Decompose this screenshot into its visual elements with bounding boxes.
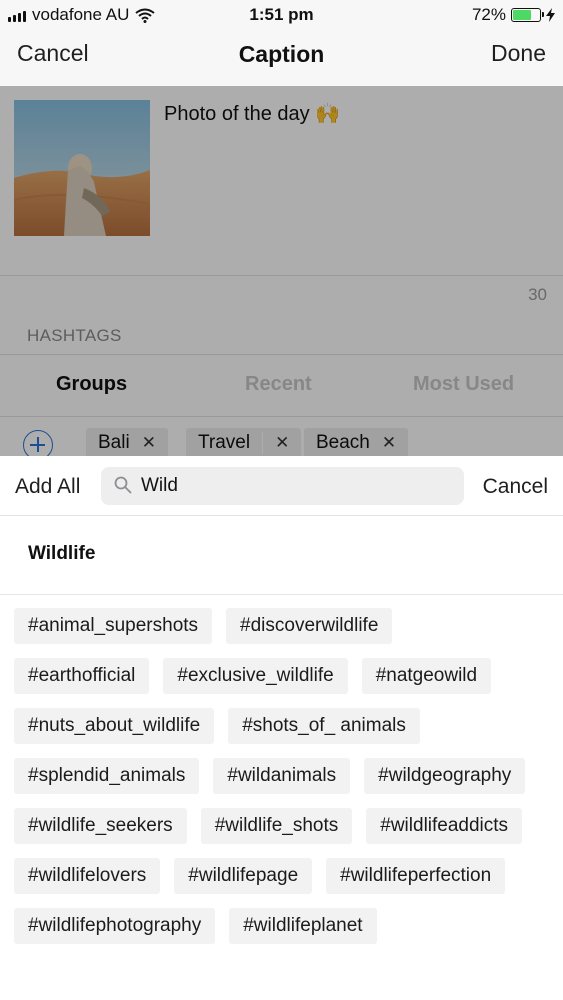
hashtag-chip[interactable]: #wildlifeperfection [326, 858, 506, 894]
hashtag-chip[interactable]: #natgeowild [361, 658, 492, 694]
divider [0, 594, 563, 595]
search-input[interactable] [141, 467, 451, 505]
hashtag-chip[interactable]: #discoverwildlife [226, 608, 393, 644]
tag-row: #wildlife_seekers #wildlife_shots #wildl… [14, 808, 554, 844]
status-right: 72% [472, 5, 555, 25]
hashtag-chip[interactable]: #splendid_animals [14, 758, 200, 794]
tag-row: #splendid_animals #wildanimals #wildgeog… [14, 758, 554, 794]
tag-row: #wildlifelovers #wildlifepage #wildlifep… [14, 858, 554, 894]
hashtag-chip[interactable]: #shots_of_ animals [228, 708, 420, 744]
hashtag-chip[interactable]: #exclusive_wildlife [163, 658, 348, 694]
hashtag-chip[interactable]: #wildlifeplanet [229, 908, 377, 944]
charging-bolt-icon [546, 8, 555, 22]
search-icon [114, 476, 132, 494]
nav-bar: Cancel Caption Done [0, 30, 563, 86]
hashtag-chip[interactable]: #nuts_about_wildlife [14, 708, 215, 744]
status-bar: vodafone AU 1:51 pm 72% [0, 0, 563, 30]
done-button[interactable]: Done [491, 40, 546, 67]
hashtag-list: #animal_supershots #discoverwildlife #ea… [14, 608, 554, 958]
hashtag-chip[interactable]: #earthofficial [14, 658, 150, 694]
hashtag-chip[interactable]: #wildlifelovers [14, 858, 161, 894]
add-all-button[interactable]: Add All [15, 475, 80, 499]
group-title[interactable]: Wildlife [28, 543, 95, 565]
tag-row: #earthofficial #exclusive_wildlife #natg… [14, 658, 554, 694]
battery-icon [511, 8, 544, 22]
hashtag-chip[interactable]: #animal_supershots [14, 608, 213, 644]
battery-percent: 72% [471, 5, 506, 24]
hashtag-search-bar: Add All Cancel [0, 456, 563, 516]
search-cancel-button[interactable]: Cancel [483, 475, 548, 499]
page-title: Caption [238, 41, 325, 67]
hashtag-chip[interactable]: #wildanimals [213, 758, 351, 794]
battery-fill [513, 10, 532, 20]
tag-row: #nuts_about_wildlife #shots_of_ animals [14, 708, 554, 744]
hashtag-chip[interactable]: #wildgeography [364, 758, 526, 794]
dim-overlay[interactable] [0, 86, 563, 456]
hashtag-chip[interactable]: #wildlife_shots [200, 808, 353, 844]
tag-row: #wildlifephotography #wildlifeplanet [14, 908, 554, 944]
tag-row: #animal_supershots #discoverwildlife [14, 608, 554, 644]
search-field[interactable] [101, 467, 464, 505]
hashtag-chip[interactable]: #wildlifepage [174, 858, 313, 894]
hashtag-chip[interactable]: #wildlifeaddicts [366, 808, 523, 844]
hashtag-chip[interactable]: #wildlifephotography [14, 908, 216, 944]
hashtag-chip[interactable]: #wildlife_seekers [14, 808, 187, 844]
